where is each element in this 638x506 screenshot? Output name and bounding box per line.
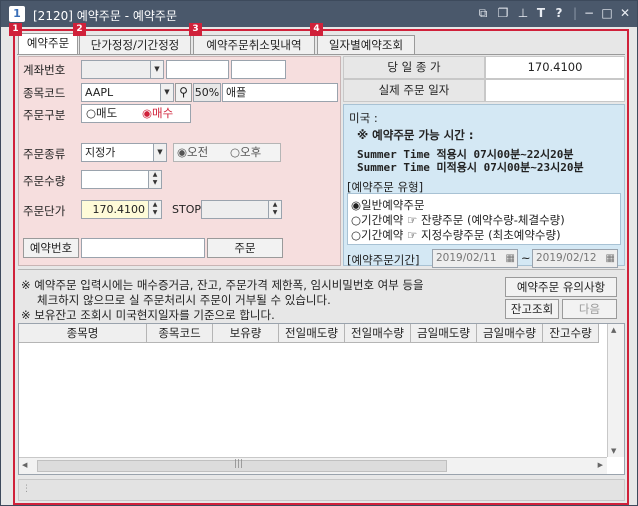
col-today-buy-qty[interactable]: 금일매수량: [477, 324, 543, 343]
symbol-name-field: 애플: [222, 83, 338, 102]
close-price-label: 당 일 종 가: [343, 56, 485, 79]
market-label: 미국 :: [349, 111, 378, 125]
account-label: 계좌번호: [23, 63, 66, 77]
order-type-label: 주문종류: [23, 147, 66, 161]
order-button[interactable]: 주문: [207, 238, 283, 258]
period-fixed-radio[interactable]: ○기간예약 ☞ 지정수량주문 (최초예약수량): [351, 228, 561, 243]
symbol-margin-rate: 50%: [193, 83, 221, 102]
scroll-thumb[interactable]: |||: [37, 459, 447, 472]
spin-arrows-icon[interactable]: ▲ ▼: [268, 201, 281, 218]
window-title: [2120] 예약주문 - 예약주문: [33, 9, 177, 23]
price-label: 주문단가: [23, 204, 66, 218]
actual-order-date-label: 실제 주문 일자: [343, 79, 485, 102]
table-header: 종목명 종목코드 보유량 전일매도량 전일매수량 금일매도량 금일매수량 잔고수…: [19, 324, 599, 343]
col-prev-sell-qty[interactable]: 전일매도량: [279, 324, 345, 343]
maximize-icon[interactable]: □: [599, 5, 615, 21]
stop-label: STOP: [172, 203, 201, 216]
col-holding-qty[interactable]: 보유량: [213, 324, 279, 343]
holdings-table: 종목명 종목코드 보유량 전일매도량 전일매수량 금일매도량 금일매수량 잔고수…: [18, 323, 625, 475]
reservation-number-input[interactable]: [81, 238, 205, 258]
tab-cancel-history[interactable]: 예약주문취소및내역: [193, 35, 315, 54]
spin-arrows-icon[interactable]: ▲ ▼: [148, 171, 161, 188]
tab-daily-inquiry[interactable]: 일자별예약조회: [317, 35, 415, 54]
period-to-input[interactable]: 2019/02/12 ▦: [532, 249, 618, 268]
section-divider: [18, 269, 625, 270]
side-buy-radio[interactable]: ◉매수: [142, 106, 173, 121]
account-number-input[interactable]: [166, 60, 229, 79]
notice-line-2: 체크하지 않으므로 실 주문처리시 주문이 거부될 수 있습니다.: [37, 293, 331, 307]
session-pm-radio[interactable]: ○오후: [230, 145, 261, 160]
grip-icon: |||: [234, 459, 244, 469]
text-icon[interactable]: T: [533, 5, 549, 21]
calendar-icon[interactable]: ▦: [506, 250, 515, 267]
horizontal-scrollbar[interactable]: ◀ ||| ▶: [19, 457, 607, 474]
quantity-label: 주문수량: [23, 174, 66, 188]
quantity-stepper[interactable]: ▲ ▼: [81, 170, 162, 189]
price-value: 170.4100: [92, 203, 146, 216]
vertical-scrollbar[interactable]: ▲ ▼: [607, 324, 624, 457]
close-icon[interactable]: ✕: [617, 5, 633, 21]
standard-time-line: Summer Time 미적용시 07시00분~23시20분: [357, 161, 584, 174]
period-label: [예약주문기간]: [347, 253, 420, 267]
side-label: 주문구분: [23, 108, 66, 122]
scroll-right-icon[interactable]: ▶: [598, 461, 603, 469]
stop-price-stepper[interactable]: ▲ ▼: [201, 200, 282, 219]
col-prev-buy-qty[interactable]: 전일매수량: [345, 324, 411, 343]
close-price-value: 170.4100: [485, 56, 625, 79]
col-today-sell-qty[interactable]: 금일매도량: [411, 324, 477, 343]
price-stepper[interactable]: 170.4100 ▲ ▼: [81, 200, 162, 219]
col-symbol-name[interactable]: 종목명: [19, 324, 147, 343]
tab-badge-3: 3: [189, 23, 202, 36]
spin-arrows-icon[interactable]: ▲ ▼: [148, 201, 161, 218]
period-tilde: ~: [521, 251, 531, 265]
scroll-down-icon[interactable]: ▼: [611, 447, 616, 455]
pin-icon[interactable]: ⊥: [515, 5, 531, 21]
minimize-icon[interactable]: −: [581, 5, 597, 21]
tab-reserve-order[interactable]: 예약주문: [18, 33, 78, 55]
session-am-radio[interactable]: ◉오전: [177, 145, 208, 160]
notice-line-3: ※ 보유잔고 조회시 미국현지일자를 기준으로 합니다.: [21, 308, 275, 322]
tab-badge-2: 2: [73, 23, 86, 36]
col-symbol-code[interactable]: 종목코드: [147, 324, 213, 343]
symbol-input[interactable]: AAPL ▼: [81, 83, 174, 102]
scroll-up-icon[interactable]: ▲: [611, 326, 616, 334]
help-icon[interactable]: ?: [551, 5, 567, 21]
account-select[interactable]: ▼: [81, 60, 164, 79]
actual-order-date-value: [485, 79, 625, 102]
col-balance-qty[interactable]: 잔고수량: [543, 324, 599, 343]
chevron-down-icon[interactable]: ▼: [153, 144, 166, 161]
period-remaining-radio[interactable]: ○기간예약 ☞ 잔량주문 (예약수량-체결수량): [351, 213, 565, 228]
calendar-icon[interactable]: ▦: [606, 250, 615, 267]
tab-badge-4: 4: [310, 23, 323, 36]
symbol-label: 종목코드: [23, 86, 66, 100]
chevron-down-icon[interactable]: ▼: [150, 61, 163, 78]
resize-grip-icon[interactable]: ⋮: [22, 484, 31, 494]
tab-divider: [17, 54, 625, 55]
period-from-input[interactable]: 2019/02/11 ▦: [432, 249, 518, 268]
normal-reserve-radio[interactable]: ◉일반예약주문: [351, 198, 425, 213]
order-window: 1 [2120] 예약주문 - 예약주문 ⧉ ❐ ⊥ T ? | − □ ✕ 예…: [0, 0, 638, 506]
chevron-down-icon[interactable]: ▼: [160, 84, 173, 101]
balance-inquiry-button[interactable]: 잔고조회: [505, 299, 559, 319]
order-type-select[interactable]: 지정가 ▼: [81, 143, 167, 162]
next-button[interactable]: 다음: [562, 299, 617, 319]
window-number-badge: 1: [9, 6, 25, 22]
account-password-input[interactable]: [231, 60, 286, 79]
tab-price-period-edit[interactable]: 단가정정/기간정정: [79, 35, 191, 54]
notice-line-1: ※ 예약주문 입력시에는 매수증거금, 잔고, 주문가격 제한폭, 임시비밀번호…: [21, 278, 424, 292]
side-sell-radio[interactable]: ○매도: [86, 106, 117, 121]
search-icon[interactable]: ⚲: [175, 83, 192, 102]
status-bar: ⋮: [18, 479, 625, 501]
hours-title: ※ 예약주문 가능 시간 :: [357, 128, 474, 142]
tab-badge-1: 1: [9, 23, 22, 36]
scroll-left-icon[interactable]: ◀: [22, 461, 27, 469]
caution-button[interactable]: 예약주문 유의사항: [505, 277, 617, 297]
symbol-value: AAPL: [85, 86, 114, 99]
copy-icon[interactable]: ❐: [495, 5, 511, 21]
reservation-number-button[interactable]: 예약번호: [23, 238, 79, 258]
restore-down-icon[interactable]: ⧉: [475, 5, 491, 21]
